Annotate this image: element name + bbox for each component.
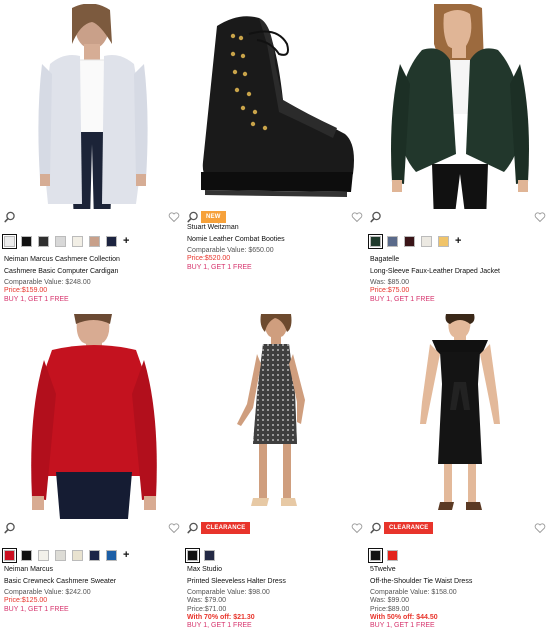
favorite-heart-icon[interactable]	[534, 211, 546, 223]
color-swatch[interactable]	[55, 549, 66, 561]
product-name[interactable]: Nomie Leather Combat Booties	[187, 236, 367, 244]
product-price: Price:$71.00	[187, 605, 227, 613]
color-swatch[interactable]	[387, 549, 398, 561]
promo-text: BUY 1, GET 1 FREE	[370, 622, 435, 630]
color-swatch[interactable]	[21, 549, 32, 561]
promo-text: BUY 1, GET 1 FREE	[370, 295, 435, 303]
comparable-value: Comparable Value: $248.00	[4, 278, 91, 286]
favorite-heart-icon[interactable]	[351, 211, 363, 223]
product-card-cashmere-cardigan[interactable]: + Neiman Marcus Cashmere Collection Cash…	[2, 4, 184, 309]
more-colors-plus-icon[interactable]: +	[455, 235, 461, 247]
product-price: Price:$159.00	[4, 287, 48, 295]
promo-text: BUY 1, GET 1 FREE	[187, 263, 252, 271]
product-card-faux-leather-jacket[interactable]: + Bagatelle Long-Sleeve Faux-Leather Dra…	[368, 4, 550, 309]
color-swatch[interactable]	[38, 549, 49, 561]
clearance-badge: CLEARANCE	[384, 522, 434, 534]
quick-view-magnifier-icon[interactable]	[370, 211, 382, 223]
quick-view-magnifier-icon[interactable]	[4, 522, 16, 534]
quick-view-magnifier-icon[interactable]	[370, 522, 382, 534]
color-swatches: +	[368, 233, 461, 249]
color-swatch[interactable]	[368, 233, 383, 249]
product-image[interactable]	[4, 4, 184, 209]
product-image[interactable]	[370, 314, 550, 519]
product-price: Price:$75.00	[370, 287, 410, 295]
discount-price: With 50% off: $44.50	[370, 614, 438, 622]
was-price: Was: $85.00	[370, 278, 410, 286]
promo-text: BUY 1, GET 1 FREE	[4, 605, 69, 613]
discount-price: With 70% off: $21.30	[187, 614, 255, 622]
product-designer[interactable]: Bagatelle	[370, 256, 550, 264]
product-designer[interactable]: Stuart Weitzman	[187, 224, 367, 232]
color-swatch[interactable]	[368, 547, 383, 563]
color-swatch[interactable]	[2, 547, 17, 563]
product-designer[interactable]: Neiman Marcus Cashmere Collection	[4, 256, 184, 264]
product-designer[interactable]: Neiman Marcus	[4, 566, 184, 574]
color-swatch[interactable]	[89, 549, 100, 561]
color-swatch[interactable]	[38, 235, 49, 247]
product-name[interactable]: Off-the-Shoulder Tie Waist Dress	[370, 578, 550, 586]
color-swatch[interactable]	[72, 549, 83, 561]
favorite-heart-icon[interactable]	[351, 522, 363, 534]
product-designer[interactable]: 5Twelve	[370, 566, 550, 574]
favorite-heart-icon[interactable]	[168, 211, 180, 223]
favorite-heart-icon[interactable]	[168, 522, 180, 534]
promo-text: BUY 1, GET 1 FREE	[187, 622, 252, 630]
comparable-value: Comparable Value: $158.00	[370, 588, 457, 596]
product-name[interactable]: Long-Sleeve Faux-Leather Draped Jacket	[370, 268, 550, 276]
comparable-value: Comparable Value: $242.00	[4, 588, 91, 596]
quick-view-magnifier-icon[interactable]	[4, 211, 16, 223]
product-card-halter-dress[interactable]: CLEARANCE Max Studio Printed Sleeveless …	[185, 314, 367, 630]
product-card-crewneck-sweater[interactable]: + Neiman Marcus Basic Crewneck Cashmere …	[2, 314, 184, 629]
product-name[interactable]: Cashmere Basic Computer Cardigan	[4, 268, 184, 276]
product-price: Price:$520.00	[187, 255, 231, 263]
product-image[interactable]	[187, 314, 367, 519]
color-swatch[interactable]	[421, 235, 432, 247]
color-swatches: +	[2, 547, 129, 563]
color-swatch[interactable]	[185, 547, 200, 563]
product-image[interactable]	[4, 314, 184, 519]
product-card-tie-waist-dress[interactable]: CLEARANCE 5Twelve Off-the-Shoulder Tie W…	[368, 314, 550, 630]
clearance-badge: CLEARANCE	[201, 522, 251, 534]
color-swatch[interactable]	[21, 235, 32, 247]
was-price: Was: $99.00	[370, 597, 410, 605]
quick-view-magnifier-icon[interactable]	[187, 211, 199, 223]
more-colors-plus-icon[interactable]: +	[123, 235, 129, 247]
product-image[interactable]	[370, 4, 550, 209]
color-swatch[interactable]	[55, 235, 66, 247]
color-swatch[interactable]	[89, 235, 100, 247]
color-swatch[interactable]	[106, 235, 117, 247]
color-swatch[interactable]	[2, 233, 17, 249]
product-card-combat-booties[interactable]: NEW Stuart Weitzman Nomie Leather Combat…	[187, 4, 367, 309]
product-designer[interactable]: Max Studio	[187, 566, 367, 574]
more-colors-plus-icon[interactable]: +	[123, 549, 129, 561]
favorite-heart-icon[interactable]	[534, 522, 546, 534]
quick-view-magnifier-icon[interactable]	[187, 522, 199, 534]
color-swatches	[368, 547, 404, 563]
promo-text: BUY 1, GET 1 FREE	[4, 295, 69, 303]
was-price: Was: $79.00	[187, 597, 227, 605]
comparable-value: Comparable Value: $650.00	[187, 246, 274, 254]
color-swatch[interactable]	[204, 549, 215, 561]
color-swatch[interactable]	[106, 549, 117, 561]
color-swatch[interactable]	[404, 235, 415, 247]
product-price: Price:$125.00	[4, 597, 48, 605]
product-image[interactable]	[187, 4, 367, 209]
color-swatches: +	[2, 233, 129, 249]
color-swatch[interactable]	[72, 235, 83, 247]
product-name[interactable]: Basic Crewneck Cashmere Sweater	[4, 578, 184, 586]
product-price: Price:$89.00	[370, 605, 410, 613]
color-swatch[interactable]	[438, 235, 449, 247]
new-badge: NEW	[201, 211, 226, 223]
color-swatch[interactable]	[387, 235, 398, 247]
product-name[interactable]: Printed Sleeveless Halter Dress	[187, 578, 367, 586]
color-swatches	[185, 547, 221, 563]
comparable-value: Comparable Value: $98.00	[187, 588, 270, 596]
